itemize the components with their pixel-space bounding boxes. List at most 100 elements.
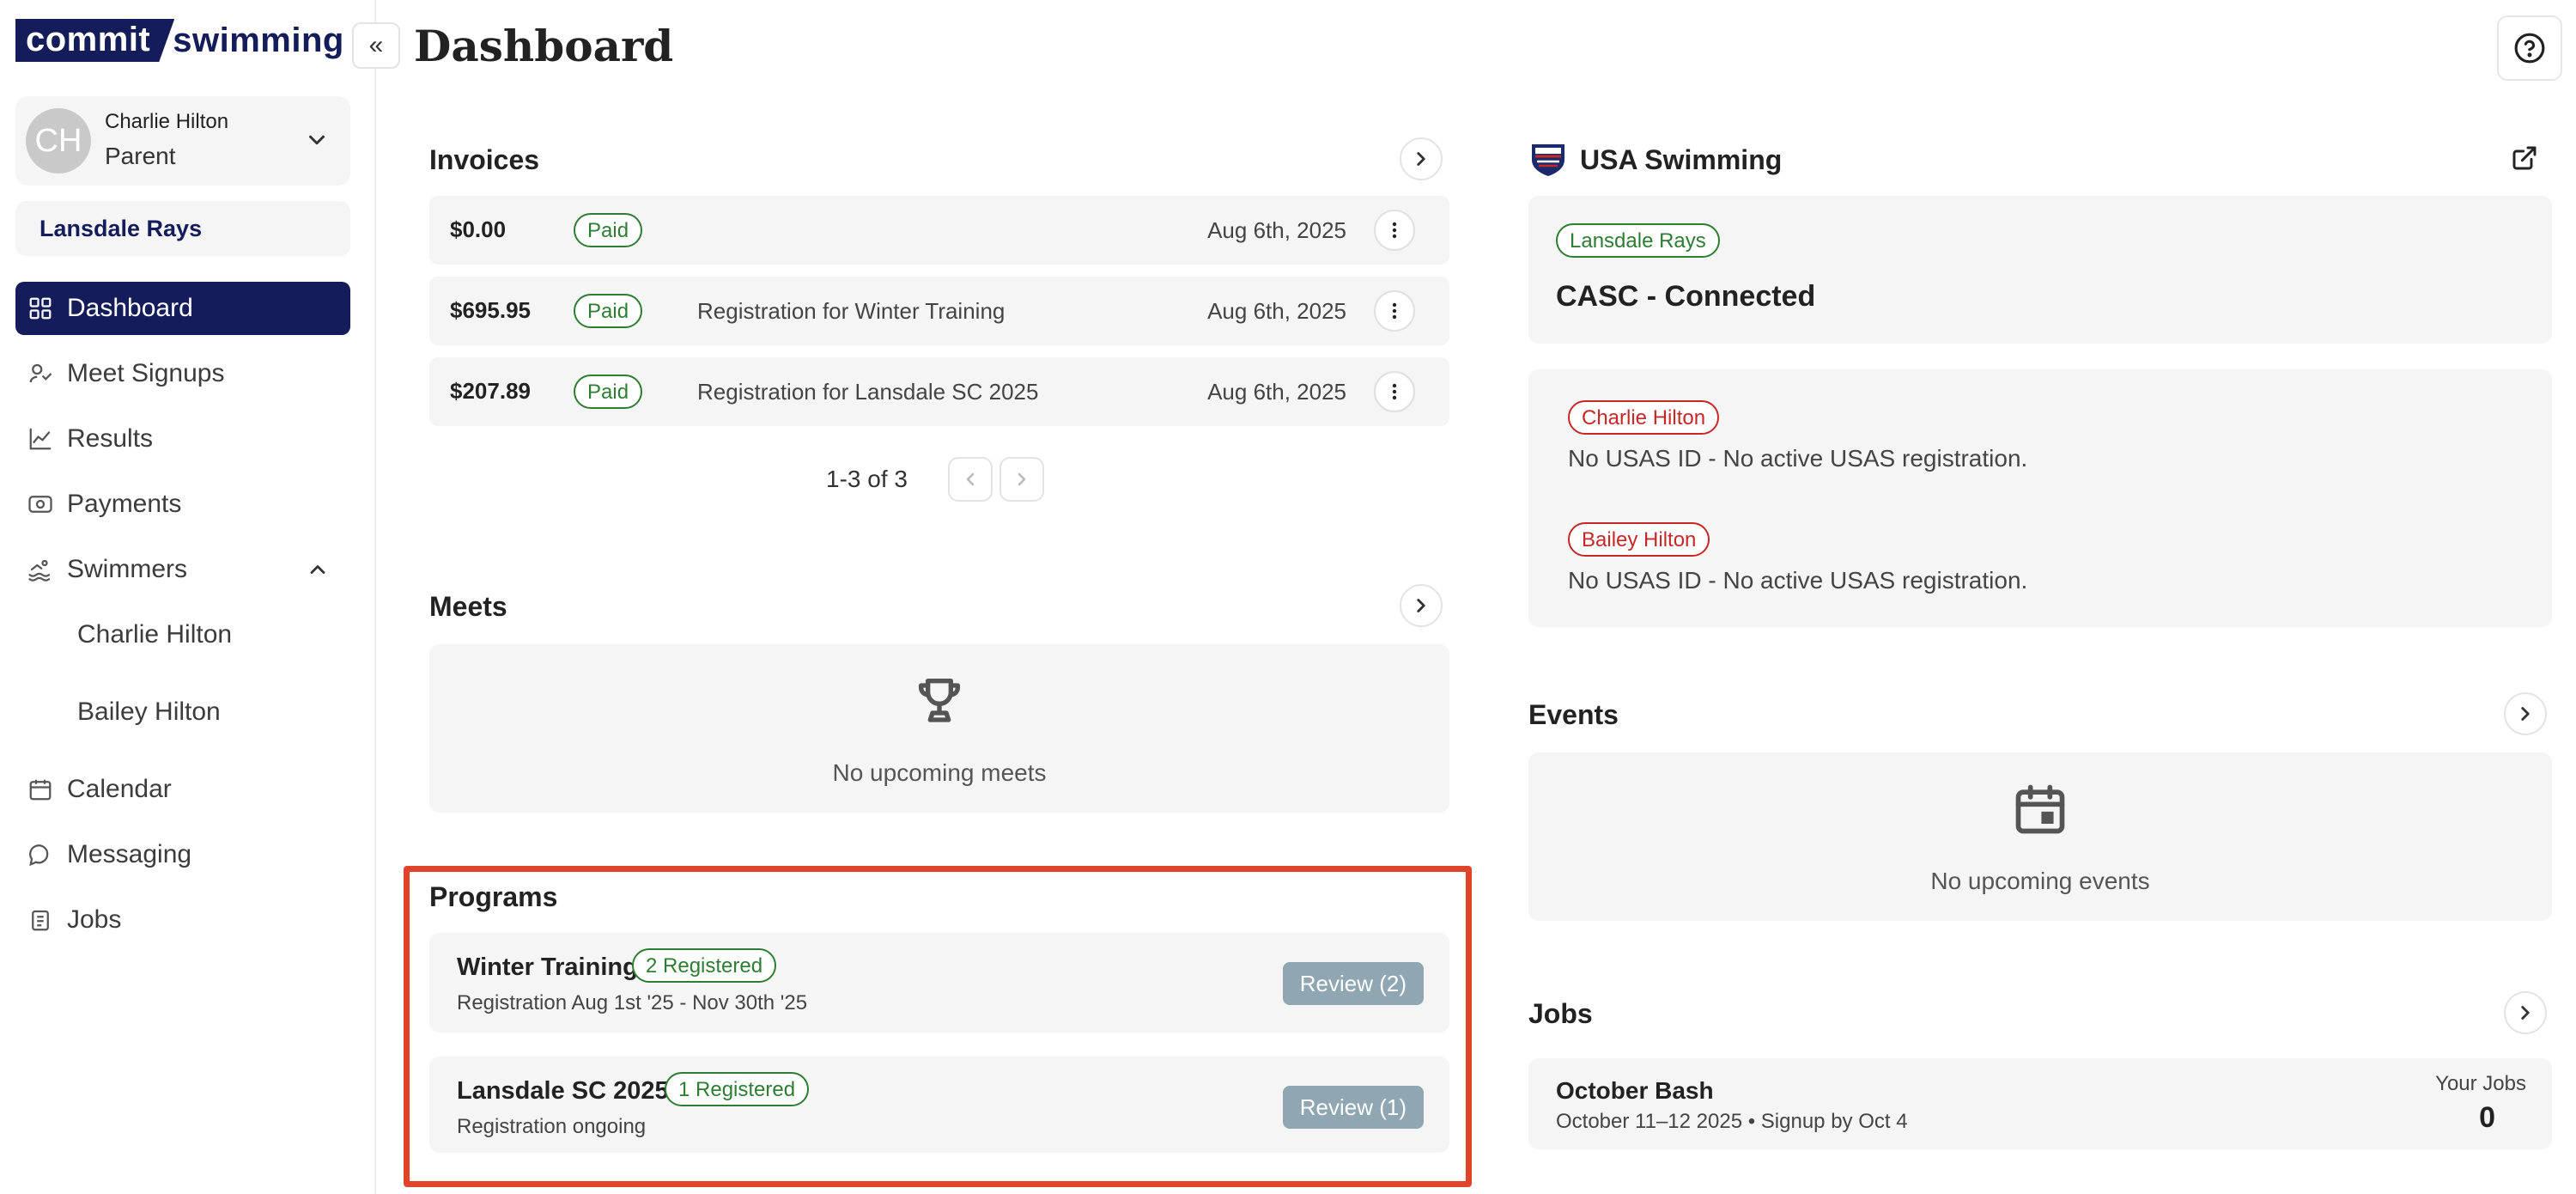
sidebar-item-label: Dashboard [67,294,193,322]
usa-swimming-title: USA Swimming [1580,144,1783,175]
user-role: Parent [105,143,176,169]
logo-text: swimming [173,21,344,59]
chart-line-icon [29,428,52,450]
sidebar-subitem-bailey-hilton[interactable]: Bailey Hilton [15,685,350,739]
app-logo[interactable]: commit swimming [15,19,344,62]
sidebar-item-calendar[interactable]: Calendar [15,763,350,816]
usas-swimmers-card: Charlie Hilton No USAS ID - No active US… [1528,369,2552,627]
sidebar-item-label: Meet Signups [67,359,225,387]
sidebar-item-meet-signups[interactable]: Meet Signups [15,347,350,400]
usas-connection-card: Lansdale Rays CASC - Connected [1528,196,2552,344]
meets-title: Meets [429,591,507,622]
logo-box-text: commit [15,19,174,62]
invoice-date: Aug 6th, 2025 [1207,379,1346,405]
sidebar-item-payments[interactable]: Payments [15,478,350,531]
events-empty-text: No upcoming events [1930,868,2150,894]
your-jobs-label: Your Jobs [2435,1072,2526,1095]
sidebar: commit swimming CH Charlie Hilton Parent… [0,0,376,1194]
more-vertical-icon [1392,383,1397,400]
sidebar-item-label: Results [67,424,154,453]
help-button[interactable] [2497,15,2562,81]
chevron-left-icon [966,472,975,486]
sidebar-subitem-charlie-hilton[interactable]: Charlie Hilton [15,608,350,661]
invoices-open-button[interactable] [1400,137,1443,180]
invoice-row[interactable]: $207.89 Paid Registration for Lansdale S… [429,357,1449,426]
avatar: CH [26,108,91,174]
meets-empty-text: No upcoming meets [832,759,1047,786]
program-name: Winter Training [457,953,638,981]
chevron-up-icon [310,565,325,574]
user-switcher[interactable]: CH Charlie Hilton Parent [15,96,350,186]
meets-open-button[interactable] [1400,584,1443,627]
invoice-description: Registration for Lansdale SC 2025 [697,379,1039,405]
invoice-row[interactable]: $0.00 Paid Aug 6th, 2025 [429,196,1449,265]
team-selector[interactable]: Lansdale Rays [15,201,350,256]
chevron-down-icon [309,135,325,145]
chevron-right-icon [1417,599,1425,612]
invoice-menu-button[interactable] [1374,290,1415,332]
status-badge: Paid [574,213,643,247]
program-row[interactable]: Lansdale SC 2025 1 Registered Registrati… [429,1057,1449,1153]
invoice-menu-button[interactable] [1374,371,1415,412]
invoice-row[interactable]: $695.95 Paid Registration for Winter Tra… [429,277,1449,345]
invoice-amount: $207.89 [450,378,531,404]
program-row[interactable]: Winter Training 2 Registered Registratio… [429,933,1449,1033]
collapse-sidebar-button[interactable]: « [352,22,400,69]
sidebar-nav: Dashboard Meet Signups Results Payments … [15,282,350,959]
connection-status: CASC - Connected [1556,280,1816,313]
review-button[interactable]: Review (2) [1282,962,1424,1005]
invoices-title: Invoices [429,144,540,175]
usas-status-text: No USAS ID - No active USAS registration… [1568,445,2028,472]
invoice-amount: $0.00 [450,216,507,242]
external-link-button[interactable] [2504,137,2545,179]
status-badge: Paid [574,375,643,409]
programs-title: Programs [429,881,558,912]
team-badge: Lansdale Rays [1556,223,1720,258]
invoice-date: Aug 6th, 2025 [1207,298,1346,324]
next-page-button[interactable] [999,457,1044,502]
sidebar-item-label: Messaging [67,840,192,868]
meets-empty-state: No upcoming meets [429,644,1449,813]
sidebar-item-messaging[interactable]: Messaging [15,828,350,881]
invoice-menu-button[interactable] [1374,210,1415,251]
review-button[interactable]: Review (1) [1282,1086,1424,1129]
message-icon [29,844,49,867]
events-empty-state: No upcoming events [1528,752,2552,921]
double-chevron-left-icon: « [368,31,384,59]
job-item[interactable]: October Bash October 11–12 2025 • Signup… [1528,1058,2552,1149]
trophy-icon [919,679,960,722]
usa-swimming-logo [1532,144,1564,176]
signup-icon [29,363,52,383]
invoice-date: Aug 6th, 2025 [1207,217,1346,243]
program-name: Lansdale SC 2025 [457,1077,669,1105]
external-link-icon [2512,146,2537,170]
clipboard-icon [32,910,49,931]
swimmer-badge[interactable]: Bailey Hilton [1568,522,1710,557]
sidebar-item-results[interactable]: Results [15,412,350,466]
sidebar-item-jobs[interactable]: Jobs [15,893,350,947]
swimmer-icon [28,559,51,582]
user-name: Charlie Hilton [105,110,229,133]
dollar-icon [28,496,52,513]
status-badge: Paid [574,294,643,328]
usas-status-text: No USAS ID - No active USAS registration… [1568,567,2028,594]
your-jobs-count: 0 [2479,1101,2495,1134]
program-subtitle: Registration ongoing [457,1115,647,1138]
chevron-right-icon [1018,472,1026,486]
sidebar-item-label: Calendar [67,775,172,803]
more-vertical-icon [1392,302,1397,320]
swimmer-badge[interactable]: Charlie Hilton [1568,400,1720,435]
events-open-button[interactable] [2504,692,2547,735]
sidebar-item-label: Jobs [67,905,122,934]
jobs-title: Jobs [1528,998,1593,1029]
sidebar-item-label: Swimmers [67,555,187,583]
invoice-amount: $695.95 [450,297,531,323]
help-circle-icon [2514,33,2545,64]
sidebar-item-label: Payments [67,490,182,518]
previous-page-button[interactable] [948,457,993,502]
events-title: Events [1528,699,1619,730]
sidebar-item-swimmers[interactable]: Swimmers [15,543,350,596]
page-title: Dashboard [414,21,674,71]
sidebar-item-dashboard[interactable]: Dashboard [15,282,350,335]
jobs-open-button[interactable] [2504,991,2547,1034]
